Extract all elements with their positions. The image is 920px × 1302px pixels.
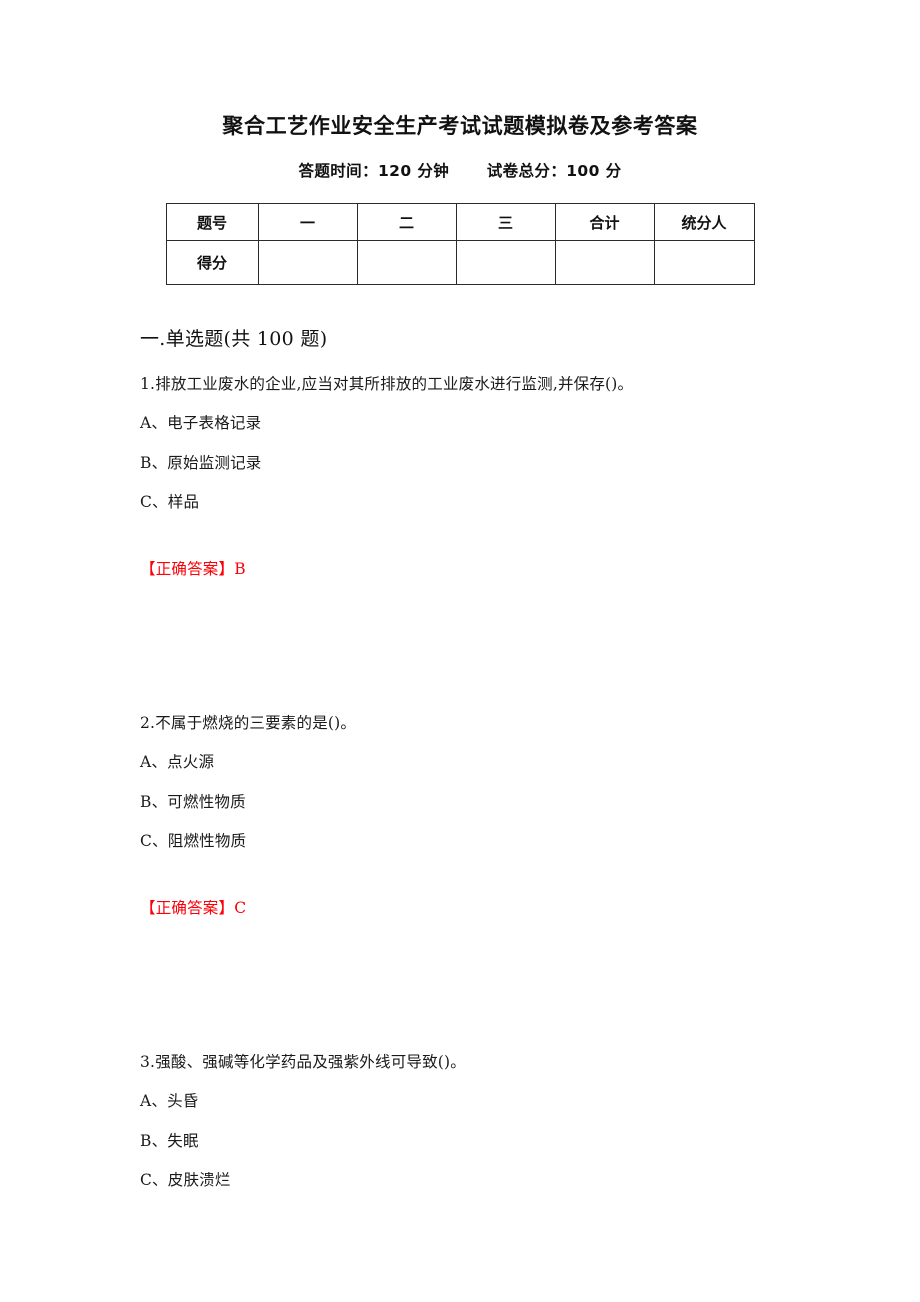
option-item-a[interactable]: A、头昏 — [140, 1074, 770, 1113]
question-block: 1.排放工业废水的企业,应当对其所排放的工业废水进行监测,并保存()。 A、电子… — [140, 351, 770, 581]
option-item-a[interactable]: A、点火源 — [140, 735, 770, 774]
score-table: 题号 一 二 三 合计 统分人 得分 — [165, 203, 755, 286]
question-stem: 1.排放工业废水的企业,应当对其所排放的工业废水进行监测,并保存()。 — [140, 375, 634, 394]
option-item-a[interactable]: A、电子表格记录 — [140, 396, 770, 435]
correct-answer-label: 【正确答案】 — [140, 560, 235, 579]
correct-answer-value: C — [234, 899, 247, 918]
table-cell-scorer: 统分人 — [653, 203, 755, 242]
score-table-container: 题号 一 二 三 合计 统分人 得分 — [0, 181, 920, 286]
exam-meta-line: 答题时间：120 分钟 试卷总分：100 分 — [0, 140, 920, 181]
question-stem: 2.不属于燃烧的三要素的是()。 — [140, 714, 357, 733]
table-cell-part-three: 三 — [455, 203, 556, 242]
question-stem: 3.强酸、强碱等化学药品及强紫外线可导致()。 — [140, 1053, 466, 1072]
table-cell-total: 合计 — [554, 203, 655, 242]
table-cell-part-one: 一 — [257, 203, 358, 242]
option-item-b[interactable]: B、失眠 — [140, 1114, 770, 1153]
option-item-c[interactable]: C、样品 — [140, 475, 770, 514]
exam-content: 一.单选题(共 100 题) 1.排放工业废水的企业,应当对其所排放的工业废水进… — [0, 285, 920, 1259]
option-list: A、电子表格记录 B、原始监测记录 C、样品 — [140, 396, 770, 514]
correct-answer-line: 【正确答案】C — [140, 853, 770, 920]
option-item-b[interactable]: B、可燃性物质 — [140, 775, 770, 814]
table-row-header: 题号 一 二 三 合计 统分人 — [165, 203, 755, 242]
table-cell-score-one[interactable] — [257, 240, 358, 286]
option-item-c[interactable]: C、皮肤溃烂 — [140, 1153, 770, 1192]
table-cell-question-no: 题号 — [165, 203, 259, 242]
total-score-label: 试卷总分：100 分 — [486, 162, 622, 181]
table-cell-score-two[interactable] — [356, 240, 457, 286]
option-item-b[interactable]: B、原始监测记录 — [140, 436, 770, 475]
table-row-score: 得分 — [165, 240, 755, 286]
table-cell-part-two: 二 — [356, 203, 457, 242]
page-title: 聚合工艺作业安全生产考试试题模拟卷及参考答案 — [222, 114, 698, 138]
table-cell-score-scorer[interactable] — [653, 240, 755, 286]
correct-answer-line: 【正确答案】B — [140, 514, 770, 581]
answer-time-label: 答题时间：120 分钟 — [298, 162, 450, 181]
question-block: 2.不属于燃烧的三要素的是()。 A、点火源 B、可燃性物质 C、阻燃性物质 【… — [140, 581, 770, 920]
table-cell-score-label: 得分 — [165, 240, 259, 286]
option-item-c[interactable]: C、阻燃性物质 — [140, 814, 770, 853]
option-list: A、头昏 B、失眠 C、皮肤溃烂 — [140, 1074, 770, 1192]
option-list: A、点火源 B、可燃性物质 C、阻燃性物质 — [140, 735, 770, 853]
table-cell-score-three[interactable] — [455, 240, 556, 286]
correct-answer-value: B — [234, 560, 246, 579]
correct-answer-label: 【正确答案】 — [140, 899, 235, 918]
exam-page: 聚合工艺作业安全生产考试试题模拟卷及参考答案 答题时间：120 分钟 试卷总分：… — [0, 0, 920, 1302]
section-heading-single-choice: 一.单选题(共 100 题) — [140, 328, 328, 351]
question-block: 3.强酸、强碱等化学药品及强紫外线可导致()。 A、头昏 B、失眠 C、皮肤溃烂… — [140, 920, 770, 1259]
table-cell-score-total[interactable] — [554, 240, 655, 286]
